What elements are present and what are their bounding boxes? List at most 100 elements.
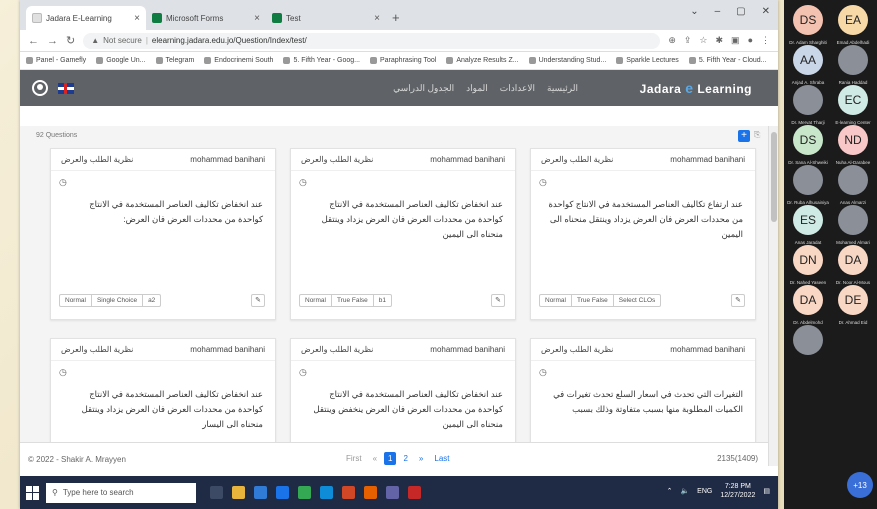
participant-tile[interactable]: AA Anjad A. Shraba xyxy=(786,41,830,85)
participant-tile[interactable]: ND Nuha Al-Darabee xyxy=(831,121,875,165)
nav-home[interactable]: الرئيسية xyxy=(547,83,578,94)
new-tab-icon[interactable]: + xyxy=(392,10,400,25)
more-participants-button[interactable]: +13 xyxy=(847,472,873,498)
participant-name: Dr. Ahmad Eid xyxy=(838,320,868,325)
volume-icon[interactable]: 🔈 xyxy=(680,487,689,495)
bookmark[interactable]: Endocrinemi South xyxy=(204,57,273,64)
participant-tile[interactable]: Dr. Mervat Tharji xyxy=(786,81,830,125)
firefox-icon[interactable] xyxy=(364,486,377,499)
taskbar-apps xyxy=(210,486,421,499)
question-category: نظرية الطلب والعرض xyxy=(301,345,374,354)
nav-schedule[interactable]: الجدول الدراسي xyxy=(393,83,454,94)
scrollbar-thumb[interactable] xyxy=(771,132,777,222)
participant-tile[interactable]: DE Dr. Ahmad Eid xyxy=(831,281,875,325)
app-icon[interactable] xyxy=(408,486,421,499)
tray-arrow-icon[interactable]: ⌃ xyxy=(667,487,673,495)
menu-icon[interactable]: ⋮ xyxy=(761,35,770,46)
export-icon[interactable]: ⎘ xyxy=(754,130,764,142)
window-controls: ⌄ – ▢ ✕ xyxy=(690,6,770,17)
notifications-icon[interactable]: ▤ xyxy=(763,487,770,495)
bookmark[interactable]: Understanding Stud... xyxy=(528,57,607,64)
bookmark[interactable]: Panel - Gamefly xyxy=(26,57,86,64)
bookmark[interactable]: Analyze Results Z... xyxy=(446,57,519,64)
nav-settings[interactable]: الاعدادات xyxy=(500,83,535,94)
taskbar-search[interactable]: ⚲ Type here to search xyxy=(46,482,196,503)
edit-question-button[interactable]: ✎ xyxy=(251,294,265,307)
edit-question-button[interactable]: ✎ xyxy=(731,294,745,307)
bookmark-icon xyxy=(283,57,291,64)
bookmark-label: 5. Fifth Year - Goog... xyxy=(293,57,360,64)
chevron-down-icon[interactable]: ⌄ xyxy=(690,6,698,17)
participant-tile[interactable]: Dr. Ruba Alhusainiya xyxy=(786,161,830,205)
browser-tab[interactable]: Jadara E-Learning × xyxy=(26,6,146,30)
participant-tile[interactable] xyxy=(786,321,830,365)
browser-tab[interactable]: Microsoft Forms × xyxy=(146,6,266,30)
bookmark-icon xyxy=(370,57,377,64)
page-link-1[interactable]: 1 xyxy=(384,452,397,465)
bookmark-label: Understanding Stud... xyxy=(538,57,607,64)
participant-tile[interactable]: ES Anas Jaradat xyxy=(786,201,830,245)
bookmark[interactable]: Telegram xyxy=(155,57,194,64)
forward-icon[interactable]: → xyxy=(47,35,58,47)
sidebar-icon[interactable]: ▣ xyxy=(731,35,740,46)
share-icon[interactable]: ⇪ xyxy=(684,35,692,46)
profile-icon[interactable]: ● xyxy=(748,35,753,46)
nav-courses[interactable]: المواد xyxy=(466,83,488,94)
question-card: نظرية الطلب والعرض mohammad banihani ◷ ع… xyxy=(50,148,276,320)
page-link-2[interactable]: 2 xyxy=(399,452,411,465)
minimize-icon[interactable]: – xyxy=(715,6,721,17)
edit-question-button[interactable]: ✎ xyxy=(491,294,505,307)
participant-tile[interactable]: DS Dr. Adam Sharghiti xyxy=(786,1,830,45)
back-icon[interactable]: ← xyxy=(28,35,39,47)
bookmark[interactable]: 5. Fifth Year - Cloud... xyxy=(688,57,767,64)
participant-tile[interactable]: Mohamed Almari xyxy=(831,201,875,245)
browser-tab[interactable]: Test × xyxy=(266,6,386,30)
close-icon[interactable]: × xyxy=(254,13,260,24)
forms-favicon-icon xyxy=(152,13,162,23)
zoom-icon[interactable]: ⊕ xyxy=(668,35,676,46)
close-icon[interactable]: × xyxy=(374,13,380,24)
bookmark[interactable]: Google Un... xyxy=(96,57,146,64)
participant-tile[interactable]: Anas Almarzi xyxy=(831,161,875,205)
clock[interactable]: 7:28 PM 12/27/2022 xyxy=(720,482,755,500)
bookmark[interactable]: 5. Fifth Year - Goog... xyxy=(283,57,360,64)
edge-icon[interactable] xyxy=(320,486,333,499)
add-question-button[interactable]: + xyxy=(738,130,750,142)
maximize-icon[interactable]: ▢ xyxy=(736,6,745,17)
uk-flag-icon[interactable] xyxy=(58,82,74,94)
star-icon[interactable]: ☆ xyxy=(699,35,707,46)
mail-icon[interactable] xyxy=(276,486,289,499)
question-text: عند انخفاض تكاليف العناصر المستخدمة في ا… xyxy=(313,389,503,429)
extensions-icon[interactable]: ✱ xyxy=(716,35,724,46)
task-view-icon[interactable] xyxy=(210,486,223,499)
participant-tile[interactable]: DS Dr. Sana Al-Shweiki xyxy=(786,121,830,165)
last-page-link[interactable]: Last xyxy=(430,452,453,465)
participant-tile[interactable]: EC E-learning Center xyxy=(831,81,875,125)
participant-tile[interactable]: DA Dr. Noor Al-Mous xyxy=(831,241,875,285)
url-input[interactable]: ▲ Not secure | elearning.jadara.edu.jo/Q… xyxy=(83,32,661,49)
pagination: First « 1 2 » Last xyxy=(342,452,454,465)
teams-icon[interactable] xyxy=(386,486,399,499)
close-window-icon[interactable]: ✕ xyxy=(762,6,770,17)
participant-tile[interactable]: DA Dr. Abdelmohd xyxy=(786,281,830,325)
participant-tile[interactable]: EA Emad Abdelhadi xyxy=(831,1,875,45)
user-avatar-icon[interactable] xyxy=(32,80,48,96)
chrome-icon[interactable] xyxy=(298,486,311,499)
participant-tile[interactable]: Rania Haddad xyxy=(831,41,875,85)
bookmark[interactable]: Paraphrasing Tool xyxy=(370,57,436,64)
brand-logo[interactable]: Jadara e Learning xyxy=(640,80,752,96)
page-scrollbar[interactable] xyxy=(768,126,778,466)
reload-icon[interactable]: ↻ xyxy=(66,34,75,47)
question-type-icon: ◷ xyxy=(299,177,307,187)
windows-start-icon[interactable] xyxy=(26,485,40,500)
store-icon[interactable] xyxy=(254,486,267,499)
prev-page-link[interactable]: « xyxy=(369,452,381,465)
close-icon[interactable]: × xyxy=(134,13,140,24)
powerpoint-icon[interactable] xyxy=(342,486,355,499)
file-explorer-icon[interactable] xyxy=(232,486,245,499)
first-page-link[interactable]: First xyxy=(342,452,366,465)
lang-indicator[interactable]: ENG xyxy=(697,488,712,495)
bookmark[interactable]: Sparkle Lectures xyxy=(616,57,679,64)
participant-tile[interactable]: DN Dr. Nahed Yaseen xyxy=(786,241,830,285)
next-page-link[interactable]: » xyxy=(415,452,427,465)
